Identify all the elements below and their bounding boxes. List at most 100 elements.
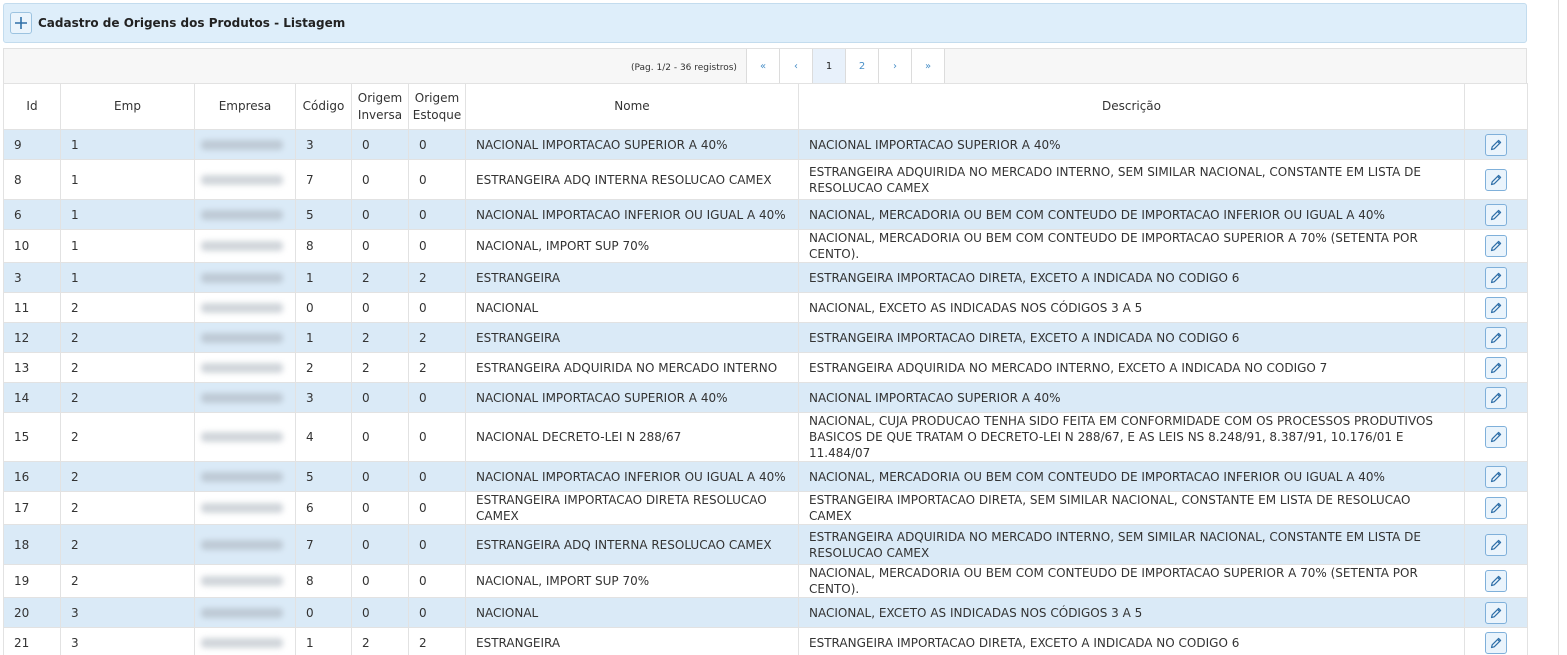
- edit-button[interactable]: [1485, 356, 1507, 379]
- edit-button[interactable]: [1485, 426, 1507, 448]
- cell-actions: [1464, 292, 1528, 323]
- edit-button[interactable]: [1485, 296, 1507, 319]
- cell-nome: ESTRANGEIRA IMPORTACAO DIRETA RESOLUCAO …: [465, 491, 799, 525]
- pencil-icon: [1490, 302, 1502, 313]
- edit-button[interactable]: [1485, 570, 1507, 592]
- pagination-info: (Pag. 1/2 - 36 registros): [631, 63, 737, 73]
- cell-origem-estoque: 0: [408, 461, 466, 492]
- cell-empresa: [194, 199, 296, 230]
- pencil-icon: [1490, 362, 1502, 373]
- cell-descricao: NACIONAL IMPORTACAO SUPERIOR A 40%: [798, 382, 1465, 413]
- cell-codigo: 1: [295, 627, 352, 655]
- prev-page-button[interactable]: ‹: [780, 49, 813, 83]
- cell-origem-inversa: 2: [351, 322, 409, 353]
- cell-id: 14: [3, 382, 61, 413]
- cell-id: 16: [3, 461, 61, 492]
- column-header-actions: [1464, 83, 1528, 130]
- redacted-text: [201, 139, 283, 150]
- cell-origem-inversa: 0: [351, 524, 409, 565]
- edit-button[interactable]: [1485, 601, 1507, 624]
- page-title: Cadastro de Origens dos Produtos - Lista…: [38, 16, 346, 30]
- redacted-text: [201, 576, 283, 586]
- column-header-descricao[interactable]: Descrição: [798, 83, 1465, 130]
- header-line: Origem: [357, 90, 403, 105]
- column-header-id[interactable]: Id: [3, 83, 61, 130]
- edit-button[interactable]: [1485, 465, 1507, 488]
- cell-nome: NACIONAL IMPORTACAO SUPERIOR A 40%: [465, 129, 799, 160]
- cell-codigo: 7: [295, 159, 352, 200]
- cell-origem-estoque: 0: [408, 524, 466, 565]
- pencil-icon: [1490, 139, 1502, 150]
- cell-empresa: [194, 491, 296, 525]
- cell-descricao: NACIONAL, MERCADORIA OU BEM COM CONTEUDO…: [798, 564, 1465, 598]
- cell-id: 10: [3, 229, 61, 263]
- cell-origem-estoque: 0: [408, 564, 466, 598]
- cell-nome: ESTRANGEIRA ADQ INTERNA RESOLUCAO CAMEX: [465, 159, 799, 200]
- edit-button[interactable]: [1485, 497, 1507, 519]
- cell-codigo: 1: [295, 262, 352, 293]
- edit-button[interactable]: [1485, 133, 1507, 156]
- edit-button[interactable]: [1485, 266, 1507, 289]
- cell-emp: 2: [60, 322, 195, 353]
- cell-descricao: ESTRANGEIRA ADQUIRIDA NO MERCADO INTERNO…: [798, 524, 1465, 565]
- cell-descricao: NACIONAL, MERCADORIA OU BEM COM CONTEUDO…: [798, 199, 1465, 230]
- add-button[interactable]: [10, 12, 32, 34]
- cell-nome: NACIONAL IMPORTACAO INFERIOR OU IGUAL A …: [465, 461, 799, 492]
- column-header-nome[interactable]: Nome: [465, 83, 799, 130]
- column-header-origem-estoque[interactable]: Origem Estoque: [408, 83, 466, 130]
- cell-origem-inversa: 2: [351, 627, 409, 655]
- cell-empresa: [194, 412, 296, 462]
- header-line: Inversa: [357, 107, 403, 122]
- edit-button[interactable]: [1485, 203, 1507, 226]
- cell-origem-inversa: 0: [351, 292, 409, 323]
- scrollbar[interactable]: [1553, 0, 1567, 655]
- edit-button[interactable]: [1485, 386, 1507, 409]
- column-header-codigo[interactable]: Código: [295, 83, 352, 130]
- next-page-button[interactable]: ›: [879, 49, 912, 83]
- redacted-text: [201, 362, 283, 373]
- pencil-icon: [1490, 332, 1502, 343]
- redacted-text: [201, 432, 283, 442]
- cell-id: 19: [3, 564, 61, 598]
- page-button-1[interactable]: 1: [813, 49, 846, 83]
- cell-empresa: [194, 229, 296, 263]
- cell-codigo: 7: [295, 524, 352, 565]
- cell-codigo: 3: [295, 129, 352, 160]
- cell-codigo: 8: [295, 564, 352, 598]
- column-header-emp[interactable]: Emp: [60, 83, 195, 130]
- cell-actions: [1464, 412, 1528, 462]
- cell-emp: 1: [60, 129, 195, 160]
- cell-origem-inversa: 0: [351, 129, 409, 160]
- redacted-text: [201, 392, 283, 403]
- pencil-icon: [1490, 471, 1502, 482]
- column-header-origem-inversa[interactable]: Origem Inversa: [351, 83, 409, 130]
- cell-origem-inversa: 0: [351, 199, 409, 230]
- redacted-text: [201, 241, 283, 251]
- cell-empresa: [194, 461, 296, 492]
- cell-nome: NACIONAL DECRETO-LEI N 288/67: [465, 412, 799, 462]
- cell-descricao: NACIONAL, CUJA PRODUCAO TENHA SIDO FEITA…: [798, 412, 1465, 462]
- cell-origem-estoque: 0: [408, 129, 466, 160]
- cell-emp: 2: [60, 352, 195, 383]
- pencil-icon: [1490, 575, 1502, 587]
- cell-emp: 2: [60, 491, 195, 525]
- cell-origem-inversa: 2: [351, 262, 409, 293]
- first-page-button[interactable]: «: [747, 49, 780, 83]
- cell-codigo: 6: [295, 491, 352, 525]
- edit-button[interactable]: [1485, 235, 1507, 257]
- cell-empresa: [194, 262, 296, 293]
- page-button-2[interactable]: 2: [846, 49, 879, 83]
- cell-origem-estoque: 0: [408, 597, 466, 628]
- edit-button[interactable]: [1485, 168, 1507, 191]
- header-line: Origem: [414, 90, 460, 105]
- cell-id: 11: [3, 292, 61, 323]
- redacted-text: [201, 174, 283, 185]
- edit-button[interactable]: [1485, 326, 1507, 349]
- cell-codigo: 0: [295, 292, 352, 323]
- column-header-empresa[interactable]: Empresa: [194, 83, 296, 130]
- pencil-icon: [1490, 637, 1502, 648]
- last-page-button[interactable]: »: [912, 49, 945, 83]
- edit-button[interactable]: [1485, 533, 1507, 556]
- cell-origem-inversa: 0: [351, 412, 409, 462]
- edit-button[interactable]: [1485, 631, 1507, 654]
